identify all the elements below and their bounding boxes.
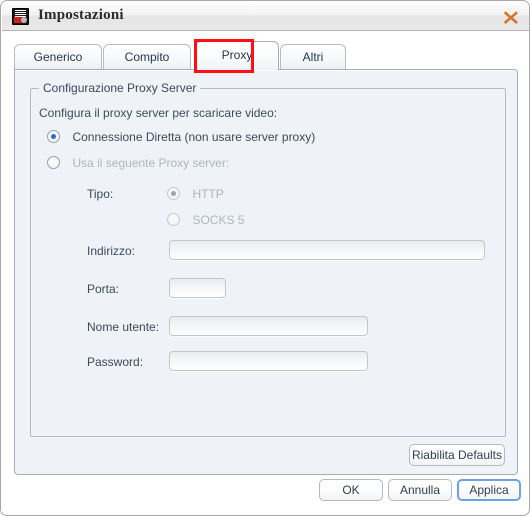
input-porta[interactable] — [169, 278, 226, 298]
radio-direct-connection[interactable] — [47, 130, 60, 144]
radio-use-proxy-label: Usa il seguente Proxy server: — [72, 155, 230, 170]
radio-type-http — [167, 187, 180, 201]
proxy-settings-panel: Configurazione Proxy Server Configura il… — [14, 69, 518, 475]
radio-row-direct[interactable]: Connessione Diretta (non usare server pr… — [47, 128, 315, 146]
tab-proxy[interactable]: Proxy — [195, 41, 279, 70]
window-title: Impostazioni — [38, 7, 124, 23]
proxy-intro-text: Configura il proxy server per scaricare … — [39, 106, 278, 120]
tab-altri[interactable]: Altri — [280, 44, 346, 70]
label-tipo: Tipo: — [87, 187, 114, 201]
cancel-button[interactable]: Annulla — [388, 479, 452, 501]
tab-generico[interactable]: Generico — [14, 44, 102, 70]
radio-row-http: HTTP — [167, 185, 224, 203]
input-password[interactable] — [169, 351, 368, 371]
label-indirizzo: Indirizzo: — [87, 244, 136, 258]
label-porta: Porta: — [87, 282, 120, 296]
ok-button[interactable]: OK — [319, 479, 383, 501]
label-nome-utente: Nome utente: — [87, 320, 160, 334]
input-nome-utente[interactable] — [169, 316, 368, 336]
dialog-footer: OK Annulla Applica — [1, 479, 529, 509]
apply-button[interactable]: Applica — [457, 479, 521, 501]
youtube-downloader-icon — [12, 8, 29, 25]
radio-use-proxy[interactable] — [47, 156, 60, 170]
reset-defaults-button[interactable]: Riabilita Defaults — [409, 444, 505, 466]
radio-direct-connection-label: Connessione Diretta (non usare server pr… — [72, 129, 316, 144]
close-icon[interactable] — [498, 5, 524, 29]
tab-compito[interactable]: Compito — [103, 44, 191, 70]
radio-row-use-proxy[interactable]: Usa il seguente Proxy server: — [47, 154, 229, 172]
radio-type-socks5 — [167, 213, 180, 227]
label-password: Password: — [87, 355, 144, 369]
tab-strip: Generico Compito Proxy Altri — [14, 40, 518, 70]
radio-type-http-label: HTTP — [192, 186, 224, 201]
radio-row-socks5: SOCKS 5 — [167, 211, 244, 229]
proxy-config-legend: Configurazione Proxy Server — [39, 81, 201, 95]
settings-window: Impostazioni Generico Compito Proxy Altr… — [0, 0, 530, 516]
input-indirizzo[interactable] — [169, 240, 485, 260]
window-titlebar: Impostazioni — [2, 2, 529, 31]
radio-type-socks5-label: SOCKS 5 — [192, 212, 245, 227]
